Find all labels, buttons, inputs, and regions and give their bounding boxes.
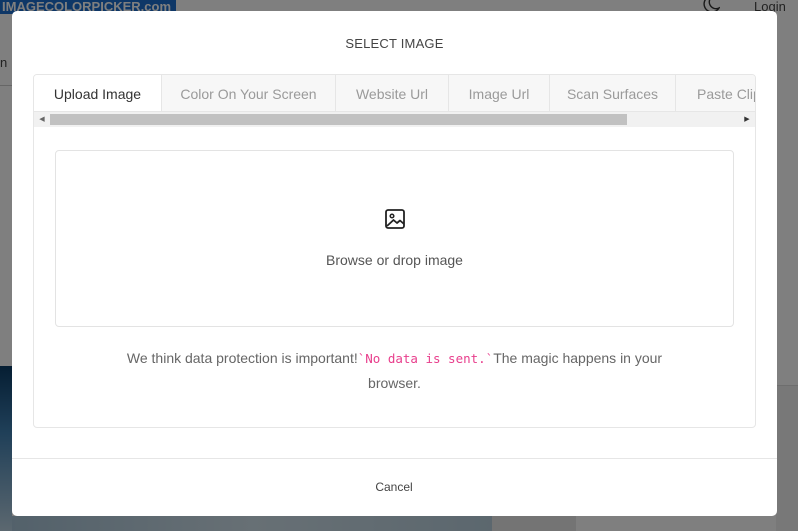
tab-panel: Upload Image Color On Your Screen Websit… [33, 74, 756, 428]
cancel-button[interactable]: Cancel [354, 477, 434, 497]
footer-divider [12, 458, 777, 459]
privacy-note: We think data protection is important!`N… [114, 346, 675, 395]
scroll-left-arrow-icon[interactable]: ◀ [36, 112, 48, 127]
privacy-note-text: We think data protection is important! [126, 350, 358, 366]
tab-image-url[interactable]: Image Url [449, 75, 550, 111]
tabs-scrollbar[interactable]: ◀ ▶ [34, 112, 755, 127]
tab-paste-clipboard[interactable]: Paste Clipboard [676, 75, 755, 111]
tab-bar: Upload Image Color On Your Screen Websit… [34, 75, 755, 112]
privacy-note-code: `No data is sent.` [357, 351, 494, 366]
image-dropzone[interactable]: Browse or drop image [55, 150, 734, 327]
tab-scan-surfaces[interactable]: Scan Surfaces [550, 75, 676, 111]
scroll-right-arrow-icon[interactable]: ▶ [741, 112, 753, 127]
modal-title: SELECT IMAGE [345, 36, 444, 51]
tab-upload-image[interactable]: Upload Image [34, 75, 162, 111]
scrollbar-thumb[interactable] [50, 114, 627, 125]
tab-website-url[interactable]: Website Url [336, 75, 449, 111]
dropzone-label: Browse or drop image [326, 252, 463, 268]
select-image-modal: SELECT IMAGE Upload Image Color On Your … [12, 11, 777, 516]
image-icon [385, 209, 405, 229]
tab-color-on-your-screen[interactable]: Color On Your Screen [162, 75, 336, 111]
